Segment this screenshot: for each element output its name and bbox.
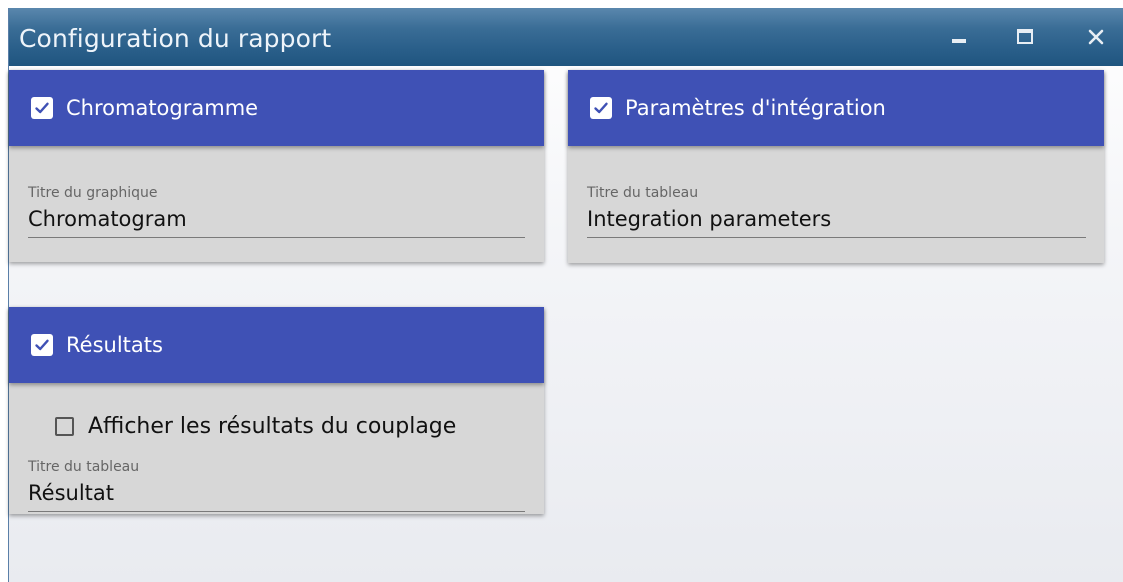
results-card: Résultats Afficher les résultats du coup…: [9, 307, 544, 514]
chromatogram-toggle[interactable]: Chromatogramme: [9, 70, 544, 146]
checkmark-icon: [35, 102, 49, 114]
title-bar[interactable]: Configuration du rapport: [9, 8, 1123, 66]
chromatogram-card: Chromatogramme Titre du graphique Chroma…: [9, 70, 544, 262]
checkmark-icon: [35, 339, 49, 351]
maximize-icon: [1017, 29, 1033, 44]
close-button[interactable]: [1076, 20, 1116, 54]
maximize-button[interactable]: [1005, 20, 1045, 54]
results-toggle[interactable]: Résultats: [9, 307, 544, 383]
chart-title-label: Titre du graphique: [28, 185, 158, 201]
checkmark-icon: [594, 102, 608, 114]
results-label: Résultats: [66, 333, 163, 357]
show-coupling-results-checkbox[interactable]: [55, 417, 74, 436]
report-config-window: Configuration du rapport Chromatogramme …: [8, 8, 1123, 582]
minimize-icon: [952, 39, 966, 43]
integration-table-title-label: Titre du tableau: [587, 185, 699, 201]
results-checkbox[interactable]: [31, 334, 53, 356]
show-coupling-results-label: Afficher les résultats du couplage: [88, 414, 457, 439]
show-coupling-results-option[interactable]: Afficher les résultats du couplage: [55, 414, 456, 439]
integration-checkbox[interactable]: [590, 97, 612, 119]
results-table-title-input[interactable]: Résultat: [28, 481, 525, 512]
results-table-title-label: Titre du tableau: [28, 459, 140, 475]
integration-card: Paramètres d'intégration Titre du tablea…: [568, 70, 1104, 263]
minimize-button[interactable]: [939, 20, 979, 54]
chart-title-input[interactable]: Chromatogram: [28, 207, 525, 238]
chromatogram-label: Chromatogramme: [66, 96, 259, 120]
window-title: Configuration du rapport: [19, 24, 332, 53]
integration-label: Paramètres d'intégration: [625, 96, 886, 120]
chromatogram-checkbox[interactable]: [31, 97, 53, 119]
close-icon: [1088, 29, 1104, 45]
integration-table-title-input[interactable]: Integration parameters: [587, 207, 1086, 238]
integration-toggle[interactable]: Paramètres d'intégration: [568, 70, 1104, 146]
